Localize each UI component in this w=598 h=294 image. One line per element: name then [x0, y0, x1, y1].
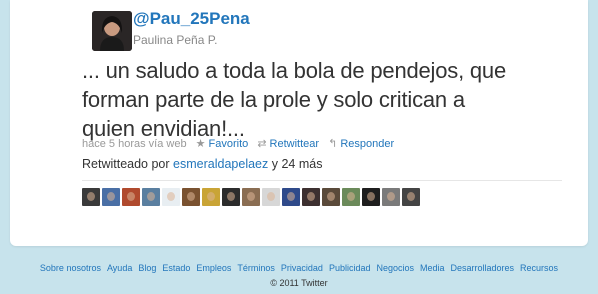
retweet-icon: ⇄ — [257, 138, 267, 150]
footer-link[interactable]: Términos — [237, 263, 275, 273]
favorite-button[interactable]: ★ Favorito — [195, 137, 249, 151]
retweeter-avatar[interactable] — [282, 188, 300, 206]
full-name: Paulina Peña P. — [133, 33, 218, 47]
reply-icon: ↰ — [328, 138, 338, 150]
retweeter-avatar-face — [287, 192, 295, 201]
retweeter-avatar-face — [87, 192, 95, 201]
retweeter-avatar[interactable] — [362, 188, 380, 206]
retweeter-avatars — [82, 188, 420, 208]
retweeter-avatar-face — [387, 192, 395, 201]
retweeter-avatar-face — [107, 192, 115, 201]
retweeter-avatar-face — [247, 192, 255, 201]
retweeter-avatar-face — [307, 192, 315, 201]
retweeter-avatar[interactable] — [82, 188, 100, 206]
user-avatar[interactable] — [92, 11, 132, 51]
retweet-label: Retwittear — [269, 137, 320, 150]
retweeter-avatar-face — [327, 192, 335, 201]
reply-label: Responder — [340, 137, 395, 150]
retweeter-avatar[interactable] — [402, 188, 420, 206]
retweeter-avatar-face — [347, 192, 355, 201]
retweeter-avatar-face — [127, 192, 135, 201]
tweet-text-line: forman parte de la prole y solo critican… — [82, 87, 465, 112]
retweeter-avatar[interactable] — [202, 188, 220, 206]
reply-button[interactable]: ↰ Responder — [328, 137, 395, 151]
retweeter-avatar-face — [367, 192, 375, 201]
footer-link[interactable]: Blog — [138, 263, 156, 273]
footer-link[interactable]: Recursos — [520, 263, 558, 273]
retweeter-avatar-face — [227, 192, 235, 201]
retweeter-avatar-face — [207, 192, 215, 201]
footer-link[interactable]: Publicidad — [329, 263, 371, 273]
tweet-meta: hace 5 horas vía web ★ Favorito ⇄ Retwitte… — [82, 137, 395, 151]
footer-link[interactable]: Estado — [162, 263, 190, 273]
favorite-label: Favorito — [208, 137, 249, 150]
retweeter-avatar[interactable] — [382, 188, 400, 206]
retweeter-avatar[interactable] — [142, 188, 160, 206]
retweet-button[interactable]: ⇄ Retwittear — [257, 137, 320, 151]
footer-link[interactable]: Desarrolladores — [451, 263, 515, 273]
retweeter-avatar-face — [407, 192, 415, 201]
footer-link[interactable]: Empleos — [196, 263, 231, 273]
retweeted-user-link[interactable]: esmeraldapelaez — [173, 157, 268, 171]
retweeter-avatar-face — [147, 192, 155, 201]
copyright: © 2011 Twitter — [270, 278, 328, 288]
retweeter-avatar[interactable] — [342, 188, 360, 206]
retweeted-prefix: Retwitteado por — [82, 157, 170, 171]
tweet-timestamp[interactable]: hace 5 horas vía web — [82, 138, 187, 150]
retweeter-avatar-face — [187, 192, 195, 201]
footer-link[interactable]: Ayuda — [107, 263, 132, 273]
star-icon: ★ — [195, 138, 206, 150]
footer-link[interactable]: Negocios — [376, 263, 414, 273]
retweeter-avatar[interactable] — [242, 188, 260, 206]
retweeter-avatar-face — [267, 192, 275, 201]
footer-links: Sobre nosotros Ayuda Blog Estado Empleos Térm… — [0, 263, 598, 273]
retweeter-avatar[interactable] — [222, 188, 240, 206]
retweeter-avatar[interactable] — [302, 188, 320, 206]
retweeted-by: Retwitteado por esmeraldapelaez y 24 más — [82, 157, 322, 171]
avatar-image — [92, 11, 132, 51]
retweeter-avatar-face — [167, 192, 175, 201]
retweeter-avatar[interactable] — [262, 188, 280, 206]
retweeter-avatar[interactable] — [162, 188, 180, 206]
retweeter-avatar[interactable] — [322, 188, 340, 206]
retweeted-suffix: y 24 más — [271, 157, 323, 171]
retweeter-avatar[interactable] — [122, 188, 140, 206]
screen-name[interactable]: @Pau_25Pena — [133, 9, 250, 29]
retweeter-avatar[interactable] — [182, 188, 200, 206]
tweet-text-line: ... un saludo a toda la bola de pendejos… — [82, 58, 507, 83]
footer-link[interactable]: Privacidad — [281, 263, 323, 273]
divider — [82, 180, 562, 181]
footer-link[interactable]: Media — [420, 263, 445, 273]
retweeter-avatar[interactable] — [102, 188, 120, 206]
tweet-text: ... un saludo a toda la bola de pendejos… — [82, 56, 562, 143]
footer-link[interactable]: Sobre nosotros — [40, 263, 101, 273]
